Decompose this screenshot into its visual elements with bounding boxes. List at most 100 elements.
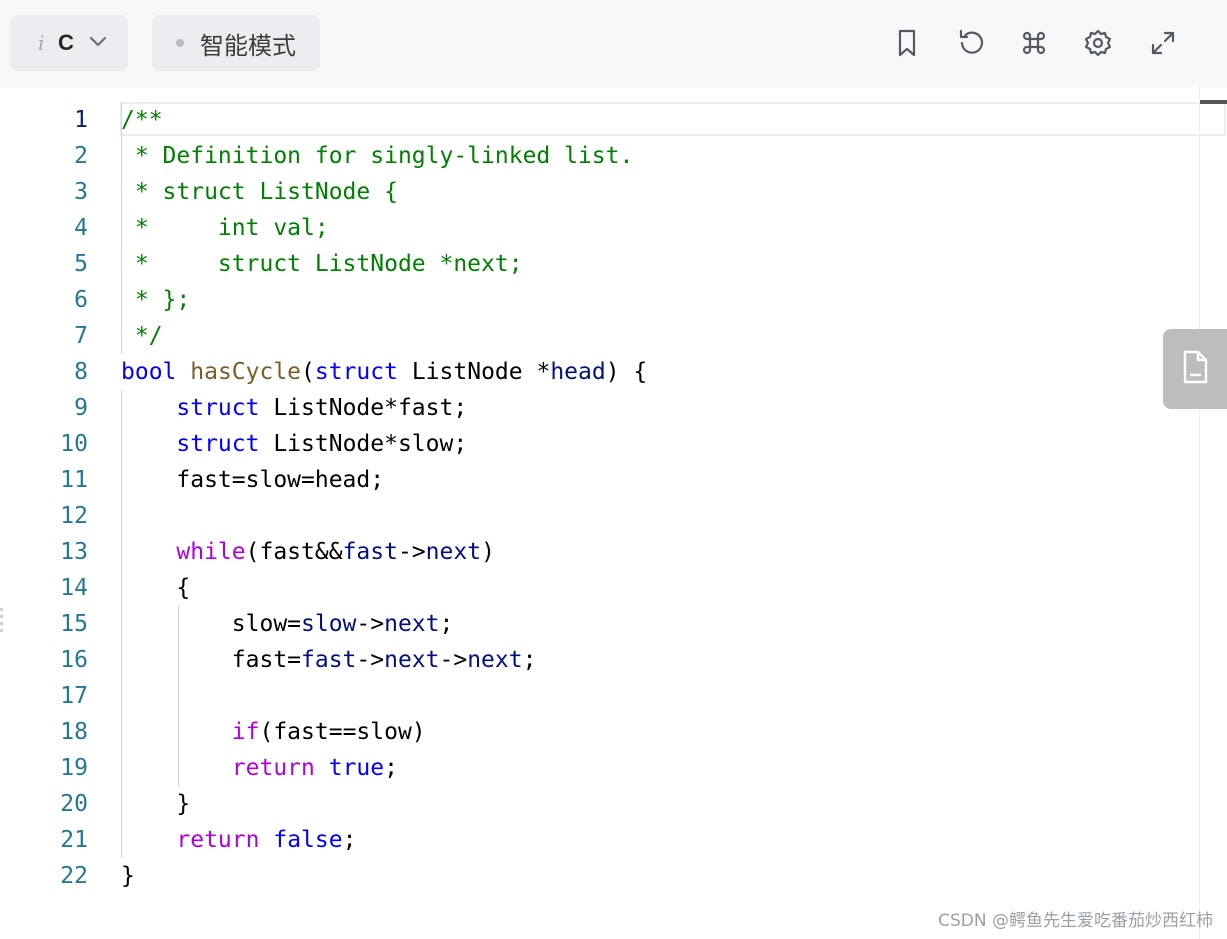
side-panel-toggle[interactable] [1163,329,1227,409]
code-line[interactable]: 13 while(fast&&fast->next) [10,534,1190,570]
code-token: } [121,791,191,817]
code-text[interactable]: } [121,858,135,894]
code-text[interactable]: fast=fast->next->next; [121,642,537,678]
code-line[interactable]: 18 if(fast==slow) [10,714,1190,750]
bookmark-icon[interactable] [889,25,925,61]
fullscreen-icon[interactable] [1145,25,1181,61]
line-number: 5 [74,251,88,277]
code-token: ListNode*slow; [259,431,468,457]
line-number: 1 [74,107,88,133]
code-line[interactable]: 10 struct ListNode*slow; [10,426,1190,462]
code-text[interactable]: * struct ListNode *next; [121,246,523,282]
code-token: bool [121,359,177,385]
code-line[interactable]: 7 */ [10,318,1190,354]
code-token: next [384,611,440,637]
code-line[interactable]: 5 * struct ListNode *next; [10,246,1190,282]
code-text[interactable]: * Definition for singly-linked list. [121,138,634,174]
code-token: * }; [121,287,191,313]
vertical-scrollbar-track[interactable] [1199,87,1200,939]
line-number: 7 [74,323,88,349]
code-text[interactable]: if(fast==slow) [121,714,426,750]
file-icon [1180,349,1210,390]
code-line[interactable]: 11 fast=slow=head; [10,462,1190,498]
settings-icon[interactable] [1080,25,1116,61]
code-token: * struct ListNode { [121,179,398,205]
code-text[interactable]: { [121,570,190,606]
code-token: while [176,539,246,565]
language-select[interactable]: i C [10,15,128,71]
code-line[interactable]: 21 return false; [10,822,1190,858]
line-number: 13 [60,539,88,565]
code-token: slow= [121,611,302,637]
code-text[interactable]: struct ListNode*fast; [121,390,467,426]
code-text[interactable]: slow=slow->next; [121,606,454,642]
code-token: * struct ListNode *next; [121,251,523,277]
code-line[interactable]: 16 fast=fast->next->next; [10,642,1190,678]
code-text[interactable]: bool hasCycle(struct ListNode *head) { [121,354,647,390]
code-text[interactable]: * int val; [121,210,329,246]
code-token: struct [314,359,398,385]
code-text[interactable]: fast=slow=head; [121,462,384,498]
code-token: -> [356,611,385,637]
code-token: -> [397,539,426,565]
line-number: 17 [60,683,88,709]
code-line[interactable]: 19 return true; [10,750,1190,786]
code-line[interactable]: 12 [10,498,1190,534]
code-token: ; [384,755,398,781]
code-token: { [121,575,191,601]
code-text[interactable]: return true; [121,750,398,786]
code-line[interactable]: 8 bool hasCycle(struct ListNode *head) { [10,354,1190,390]
code-line[interactable]: 3 * struct ListNode { [10,174,1190,210]
code-text[interactable]: */ [121,318,163,354]
code-token: fast [342,539,398,565]
code-token: ; [522,647,537,673]
code-line[interactable]: 22} [10,858,1190,894]
code-token: * int val; [121,215,329,241]
code-text[interactable]: * }; [121,282,190,318]
code-text[interactable]: struct ListNode*slow; [121,426,467,462]
code-line[interactable]: 15 slow=slow->next; [10,606,1190,642]
code-line[interactable]: 1 /** [10,102,1190,138]
code-token: false [273,827,343,853]
code-token: (fast&& [245,539,343,565]
code-line[interactable]: 2 * Definition for singly-linked list. [10,138,1190,174]
resize-handle[interactable] [0,608,3,636]
reset-icon[interactable] [953,25,989,61]
code-editor[interactable]: 1 /** 2 * Definition for singly-linked lis… [10,87,1227,939]
command-icon[interactable] [1016,25,1052,61]
code-token: fast= [121,647,302,673]
code-token: hasCycle [190,359,302,385]
line-number: 6 [74,287,88,313]
code-text[interactable]: * struct ListNode { [121,174,398,210]
code-text[interactable]: while(fast&&fast->next) [121,534,495,570]
line-number: 8 [74,359,88,385]
code-line[interactable]: 9 struct ListNode*fast; [10,390,1190,426]
code-token: ; [439,611,454,637]
code-line[interactable]: 14 { [10,570,1190,606]
code-token: next [425,539,482,565]
line-number: 22 [60,863,88,889]
code-line[interactable]: 6 * }; [10,282,1190,318]
code-line[interactable]: 4 * int val; [10,210,1190,246]
code-text[interactable]: } [121,786,190,822]
code-line[interactable]: 17 [10,678,1190,714]
smart-mode-button[interactable]: 智能模式 [152,15,320,71]
code-token: true [328,755,385,781]
code-text[interactable]: /** [121,102,163,138]
code-text[interactable]: return false; [121,822,356,858]
code-editor-page: i C 智能模式 1 /** 2 * Definition for singly… [0,0,1227,939]
code-token: * Definition for singly-linked list. [121,143,634,169]
code-line[interactable]: 20 } [10,786,1190,822]
code-token: ListNode*fast; [259,395,468,421]
code-token: return [231,755,315,781]
language-label: C [58,30,74,55]
watermark: CSDN @鳄鱼先生爱吃番茄炒西红柿 [938,911,1213,931]
scroll-position-indicator[interactable] [1200,100,1227,104]
